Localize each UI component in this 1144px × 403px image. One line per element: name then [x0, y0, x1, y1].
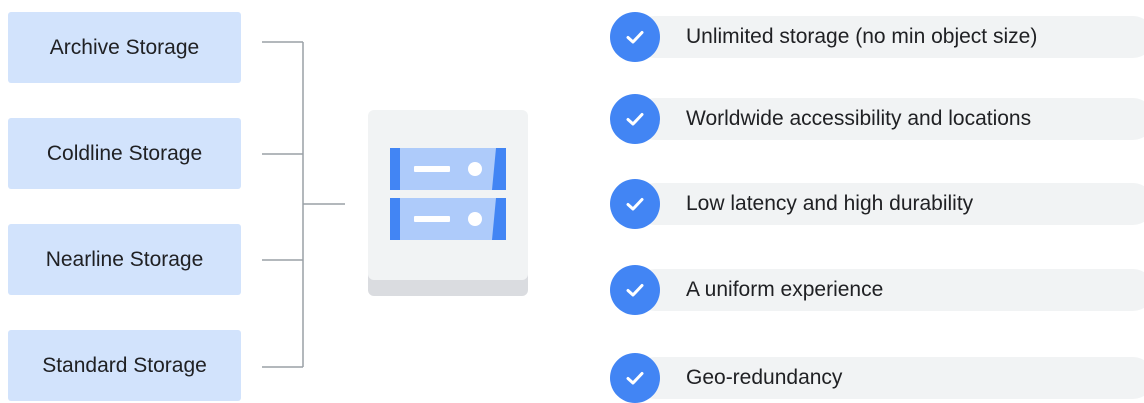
server-body — [368, 110, 528, 280]
check-circle-icon — [610, 94, 660, 144]
check-circle-icon — [610, 265, 660, 315]
feature-label: Low latency and high durability — [686, 192, 974, 215]
feature-item: Unlimited storage (no min object size) — [610, 12, 1144, 62]
feature-label: Unlimited storage (no min object size) — [686, 25, 1038, 48]
check-circle-icon — [610, 12, 660, 62]
feature-item: Low latency and high durability — [610, 179, 1144, 229]
check-circle-icon — [610, 353, 660, 403]
feature-item: Worldwide accessibility and locations — [610, 94, 1144, 144]
feature-label: A uniform experience — [686, 278, 884, 301]
check-circle-icon — [610, 179, 660, 229]
feature-item: Geo-redundancy — [610, 353, 1144, 403]
server-drive-stack — [390, 148, 506, 240]
storage-server-icon — [368, 110, 528, 296]
feature-label: Geo-redundancy — [686, 366, 843, 389]
feature-item: A uniform experience — [610, 265, 1144, 315]
feature-label: Worldwide accessibility and locations — [686, 107, 1032, 130]
